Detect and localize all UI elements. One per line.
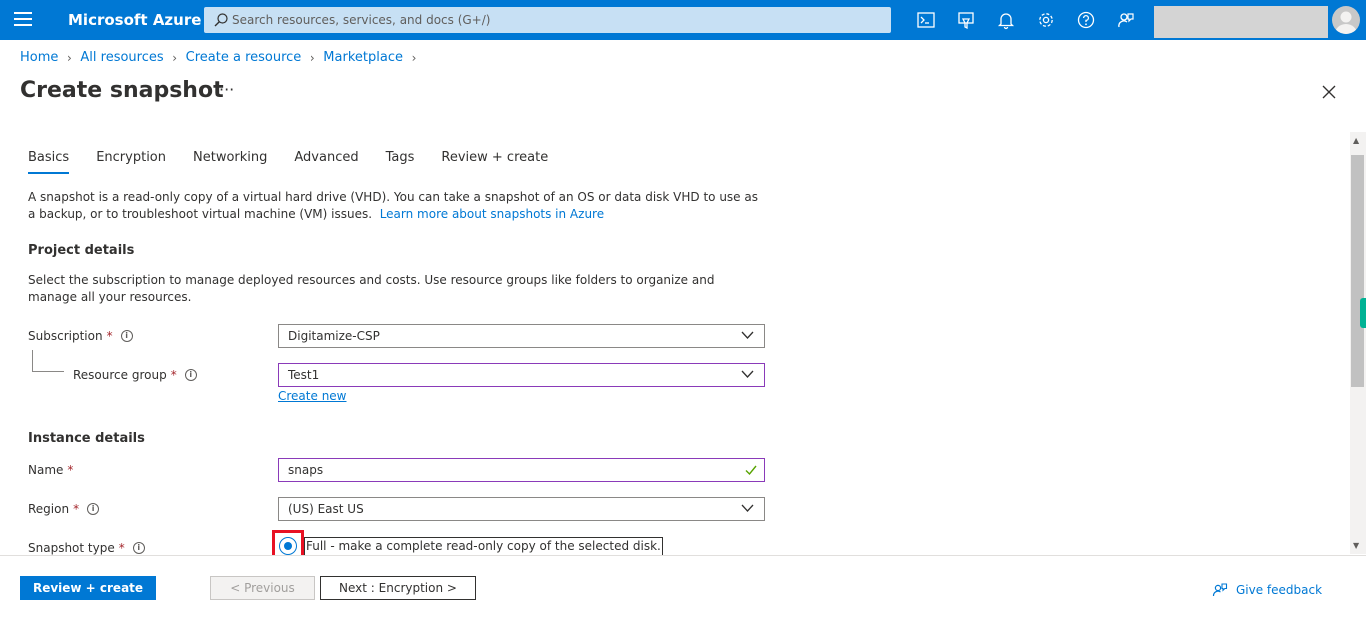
instance-details-heading: Instance details [28, 431, 145, 446]
radio-selected-dot [284, 542, 292, 550]
project-details-heading: Project details [28, 243, 135, 258]
page-title: Create snapshot [20, 78, 224, 103]
info-icon[interactable]: i [120, 330, 133, 342]
tree-connector [32, 350, 33, 372]
create-new-link[interactable]: Create new [278, 389, 347, 403]
give-feedback-label: Give feedback [1236, 583, 1323, 597]
cloud-shell-icon[interactable] [916, 10, 936, 30]
account-info[interactable] [1154, 6, 1328, 38]
snapshot-type-label-text: Snapshot type [28, 541, 115, 555]
subscription-value: Digitamize-CSP [288, 329, 380, 343]
resource-group-dropdown[interactable]: Test1 [278, 363, 765, 387]
directory-filter-icon[interactable] [956, 10, 976, 30]
region-dropdown[interactable]: (US) East US [278, 497, 765, 521]
scroll-down-icon[interactable]: ▼ [1353, 541, 1359, 550]
side-panel-handle[interactable] [1360, 298, 1366, 328]
chevron-down-icon [741, 504, 754, 512]
search-input[interactable] [232, 7, 872, 33]
tab-bar: Basics Encryption Networking Advanced Ta… [28, 150, 575, 174]
tab-encryption[interactable]: Encryption [96, 150, 166, 174]
name-label-text: Name [28, 463, 64, 477]
required-marker: * [67, 463, 74, 477]
intro-text: A snapshot is a read-only copy of a virt… [28, 189, 758, 223]
name-input[interactable]: snaps [278, 458, 765, 482]
resource-group-label: Resource group * i [73, 368, 197, 382]
help-icon[interactable] [1076, 10, 1096, 30]
required-marker: * [118, 541, 125, 555]
chevron-right-icon: › [66, 50, 72, 65]
notifications-icon[interactable] [996, 10, 1016, 30]
required-marker: * [73, 502, 80, 516]
scroll-up-icon[interactable]: ▲ [1353, 136, 1359, 145]
chevron-right-icon: › [411, 50, 417, 65]
feedback-icon [1212, 583, 1228, 597]
footer-bar: Review + create < Previous Next : Encryp… [0, 555, 1366, 625]
tab-advanced[interactable]: Advanced [294, 150, 358, 174]
search-icon [214, 13, 228, 27]
more-options-button[interactable]: ··· [219, 80, 234, 99]
breadcrumb-marketplace[interactable]: Marketplace [323, 50, 403, 65]
give-feedback-link[interactable]: Give feedback [1212, 582, 1322, 598]
subscription-dropdown[interactable]: Digitamize-CSP [278, 324, 765, 348]
next-encryption-button[interactable]: Next : Encryption > [320, 576, 476, 600]
chevron-right-icon: › [172, 50, 178, 65]
checkmark-icon [745, 465, 757, 476]
name-label: Name * [28, 463, 73, 477]
required-marker: * [106, 329, 113, 343]
previous-button[interactable]: < Previous [210, 576, 315, 600]
feedback-icon[interactable] [1116, 10, 1136, 30]
required-marker: * [170, 368, 177, 382]
avatar[interactable] [1332, 6, 1360, 34]
breadcrumb: Home › All resources › Create a resource… [20, 50, 425, 65]
region-label: Region * i [28, 502, 100, 516]
menu-icon[interactable] [14, 12, 32, 28]
tab-networking[interactable]: Networking [193, 150, 267, 174]
resource-group-label-text: Resource group [73, 368, 167, 382]
tab-review-create[interactable]: Review + create [441, 150, 548, 174]
search-box[interactable] [204, 7, 891, 33]
info-icon[interactable]: i [184, 369, 197, 381]
snapshot-type-full-label[interactable]: Full - make a complete read-only copy of… [304, 537, 663, 556]
region-value: (US) East US [288, 502, 364, 516]
project-details-description: Select the subscription to manage deploy… [28, 273, 715, 304]
chevron-down-icon [741, 370, 754, 378]
tab-basics[interactable]: Basics [28, 150, 70, 174]
chevron-right-icon: › [309, 50, 315, 65]
snapshot-type-label: Snapshot type * i [28, 541, 145, 555]
snapshot-type-full-radio[interactable] [279, 537, 297, 555]
info-icon[interactable]: i [87, 503, 100, 515]
brand-title[interactable]: Microsoft Azure [68, 11, 201, 29]
region-label-text: Region [28, 502, 70, 516]
subscription-label: Subscription * i [28, 329, 133, 343]
info-icon[interactable]: i [132, 542, 145, 554]
learn-more-link[interactable]: Learn more about snapshots in Azure [380, 207, 604, 221]
review-create-button[interactable]: Review + create [20, 576, 156, 600]
breadcrumb-all-resources[interactable]: All resources [80, 50, 163, 65]
tree-connector [32, 371, 64, 372]
chevron-down-icon [741, 331, 754, 339]
tab-tags[interactable]: Tags [386, 150, 415, 174]
scrollbar-thumb[interactable] [1351, 155, 1364, 387]
close-icon[interactable] [1321, 84, 1337, 100]
name-value: snaps [288, 463, 324, 477]
resource-group-value: Test1 [288, 368, 320, 382]
breadcrumb-home[interactable]: Home [20, 50, 58, 65]
subscription-label-text: Subscription [28, 329, 103, 343]
top-bar: Microsoft Azure [0, 0, 1366, 40]
settings-icon[interactable] [1036, 10, 1056, 30]
breadcrumb-create-resource[interactable]: Create a resource [186, 50, 302, 65]
